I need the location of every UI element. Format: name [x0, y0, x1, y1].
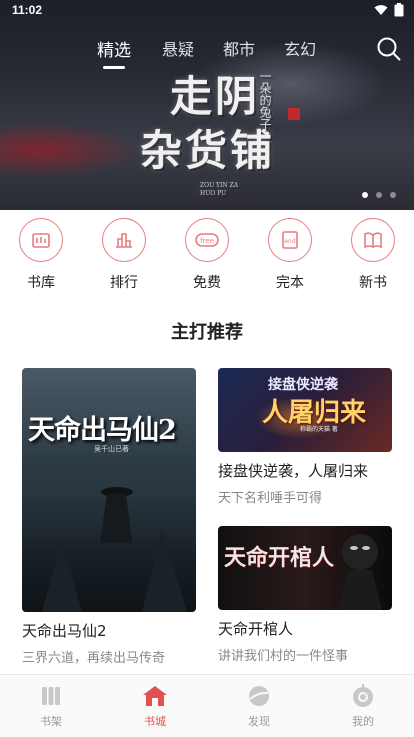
banner-cover-pinyin: ZOU YIN ZA HUO PU [200, 182, 239, 197]
book-cover-subtitle: 接盘侠逆袭 [268, 377, 338, 393]
category-shortcuts: 书库 排行 free 免费 end 完本 新书 [0, 218, 414, 298]
carousel-dot[interactable] [390, 192, 396, 198]
book-cover-title: 天命出马仙2 [28, 415, 177, 446]
category-new[interactable]: 新书 [343, 218, 403, 292]
book-card-2[interactable]: 接盘侠逆袭 人屠归来 称霸的天猫 著 接盘侠逆袭，人屠归来 天下名利唾手可得 [218, 368, 392, 506]
nav-bookshelf-label: 书架 [40, 715, 62, 728]
banner-cover-title-line1: 走阴 [170, 72, 261, 121]
svg-text:free: free [200, 237, 214, 245]
bottom-navigation: 书架 书城 发现 我的 [0, 674, 414, 737]
book-title[interactable]: 天命出马仙2 [22, 620, 196, 641]
book-card-3[interactable]: 天命开棺人 天命开棺人 讲讲我们村的一件怪事 [218, 526, 392, 664]
book-desc: 三界六道，再续出马传奇 [22, 651, 166, 666]
book-desc: 讲讲我们村的一件怪事 [218, 649, 349, 664]
carousel-indicator [362, 192, 396, 198]
tab-fantasy-label: 玄幻 [284, 40, 317, 59]
discover-icon [246, 683, 272, 709]
free-icon: free [185, 218, 229, 262]
book-title[interactable]: 天命开棺人 [218, 618, 392, 639]
library-icon [19, 218, 63, 262]
nav-bookstore-label: 书城 [144, 715, 166, 728]
book-cover-author: 称霸的天猫 著 [300, 426, 338, 433]
carousel-dot[interactable] [376, 192, 382, 198]
book-cover[interactable]: 接盘侠逆袭 人屠归来 称霸的天猫 著 [218, 368, 392, 452]
bookshelf-icon [38, 683, 64, 709]
search-button[interactable] [376, 36, 402, 62]
banner-red-decoration [0, 120, 150, 210]
category-free-label: 免费 [193, 275, 221, 291]
nav-bookstore[interactable]: 书城 [120, 683, 190, 729]
section-title: 主打推荐 [171, 322, 243, 343]
battery-icon [394, 3, 404, 20]
category-tabs: 精选 悬疑 都市 玄幻 [0, 36, 414, 69]
profile-icon [350, 683, 376, 709]
banner-cover-title-line2: 杂货铺 [140, 126, 276, 175]
book-card-1[interactable]: 天命出马仙2 吴千山已著 天命出马仙2 三界六道，再续出马传奇 [22, 368, 196, 666]
status-time: 11:02 [12, 3, 43, 17]
category-library[interactable]: 书库 [11, 218, 71, 292]
book-cover[interactable]: 天命开棺人 [218, 526, 392, 610]
nav-bookshelf[interactable]: 书架 [16, 683, 86, 729]
book-title[interactable]: 接盘侠逆袭，人屠归来 [218, 460, 392, 481]
book-cover-title: 天命开棺人 [224, 545, 335, 571]
tab-featured-label: 精选 [97, 41, 131, 61]
category-ranking[interactable]: 排行 [94, 218, 154, 292]
banner-cover-seal [288, 108, 300, 120]
nav-discover[interactable]: 发现 [224, 683, 294, 729]
banner-carousel[interactable]: 11:02 精选 悬疑 都市 玄幻 走阴 杂货铺 一朵的兔子 ZOU YIN Z… [0, 0, 414, 210]
category-library-label: 书库 [27, 275, 55, 291]
ranking-icon [102, 218, 146, 262]
category-new-label: 新书 [359, 275, 387, 291]
nav-profile[interactable]: 我的 [328, 683, 398, 729]
tab-suspense[interactable]: 悬疑 [162, 36, 194, 60]
wifi-icon [374, 4, 388, 19]
carousel-dot[interactable] [362, 192, 368, 198]
category-completed[interactable]: end 完本 [260, 218, 320, 292]
tab-suspense-label: 悬疑 [162, 40, 195, 59]
category-free[interactable]: free 免费 [177, 218, 237, 292]
book-desc: 天下名利唾手可得 [218, 491, 323, 506]
tab-fantasy[interactable]: 玄幻 [284, 36, 316, 60]
book-cover[interactable]: 天命出马仙2 吴千山已著 [22, 368, 196, 612]
nav-profile-label: 我的 [352, 715, 374, 728]
tab-featured[interactable]: 精选 [97, 36, 131, 69]
category-completed-label: 完本 [276, 275, 304, 291]
banner-cover-author: 一朵的兔子 [258, 70, 272, 130]
search-icon [377, 37, 401, 61]
tab-urban-label: 都市 [223, 40, 256, 59]
bookstore-icon [142, 683, 168, 709]
banner-book-cover: 走阴 杂货铺 一朵的兔子 ZOU YIN ZA HUO PU [140, 70, 390, 197]
tab-urban[interactable]: 都市 [223, 36, 255, 60]
completed-icon: end [268, 218, 312, 262]
cover-figure-illustration [42, 487, 187, 612]
book-cover-author: 吴千山已著 [94, 445, 129, 453]
new-book-icon [351, 218, 395, 262]
svg-text:end: end [284, 238, 295, 245]
tab-active-indicator [103, 66, 125, 69]
category-ranking-label: 排行 [110, 275, 138, 291]
nav-discover-label: 发现 [248, 715, 270, 728]
status-bar: 11:02 [0, 0, 414, 20]
